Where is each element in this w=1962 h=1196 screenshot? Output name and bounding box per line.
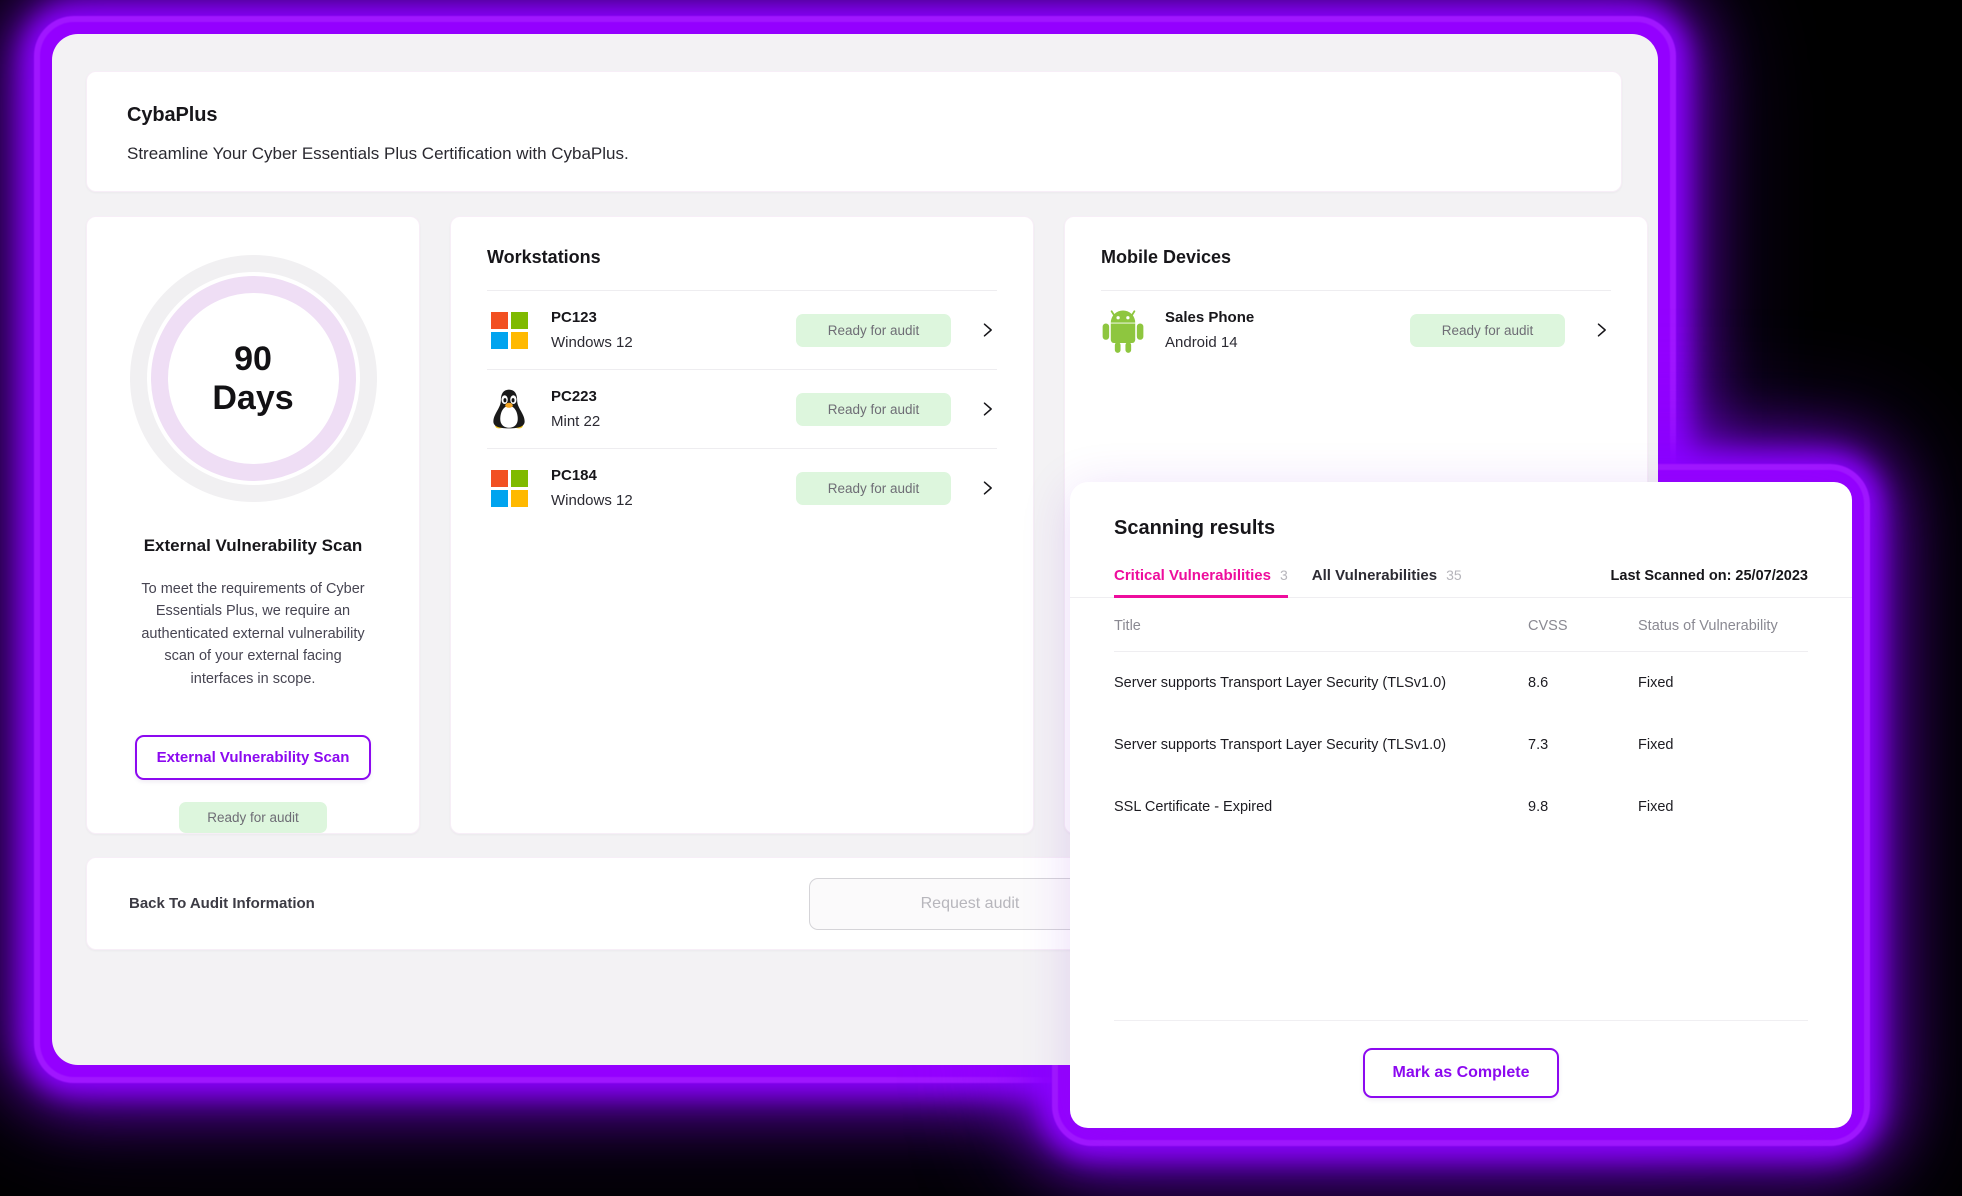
vuln-title: Server supports Transport Layer Security… bbox=[1114, 675, 1447, 691]
days-unit: Days bbox=[212, 378, 294, 417]
status-badge: Ready for audit bbox=[1410, 313, 1565, 347]
column-header-title: Title bbox=[1114, 598, 1528, 652]
device-info: Sales Phone Android 14 bbox=[1165, 309, 1410, 351]
device-name: Sales Phone bbox=[1165, 309, 1255, 326]
device-os: Windows 12 bbox=[551, 334, 633, 351]
tab-label: Critical Vulnerabilities bbox=[1114, 567, 1271, 584]
chevron-right-icon[interactable] bbox=[977, 476, 997, 500]
workstations-title: Workstations bbox=[487, 247, 601, 267]
device-name: PC223 bbox=[551, 388, 597, 405]
chevron-right-icon[interactable] bbox=[977, 318, 997, 342]
table-row[interactable]: Server supports Transport Layer Security… bbox=[1114, 714, 1808, 776]
vulnerabilities-table: Title CVSS Status of Vulnerability Serve… bbox=[1114, 598, 1808, 838]
status-badge: Ready for audit bbox=[796, 313, 951, 347]
device-info: PC223 Mint 22 bbox=[551, 388, 796, 430]
windows-icon bbox=[487, 308, 531, 352]
vuln-title: Server supports Transport Layer Security… bbox=[1114, 737, 1447, 753]
workstations-card: Workstations PC123 Windows 12 Ready for … bbox=[450, 216, 1034, 834]
device-info: PC123 Windows 12 bbox=[551, 309, 796, 351]
status-badge: Ready for audit bbox=[796, 392, 951, 426]
scan-card-description: To meet the requirements of Cyber Essent… bbox=[141, 581, 365, 687]
back-to-audit-information-link[interactable]: Back To Audit Information bbox=[129, 895, 315, 912]
list-item[interactable]: Sales Phone Android 14 Ready for audit bbox=[1101, 290, 1611, 369]
vuln-title: SSL Certificate - Expired bbox=[1114, 799, 1273, 815]
modal-title: Scanning results bbox=[1114, 517, 1276, 539]
modal-footer: Mark as Complete bbox=[1070, 1020, 1852, 1128]
footer-divider bbox=[1114, 1020, 1808, 1021]
external-scan-card: 90 Days External Vulnerability Scan To m… bbox=[86, 216, 420, 834]
tab-count: 3 bbox=[1280, 567, 1288, 583]
table-header-row: Title CVSS Status of Vulnerability bbox=[1114, 598, 1808, 652]
vuln-status: Fixed bbox=[1638, 675, 1674, 691]
page-title: CybaPlus bbox=[127, 104, 218, 126]
vuln-status: Fixed bbox=[1638, 799, 1674, 815]
android-icon bbox=[1101, 308, 1145, 353]
days-donut-chart: 90 Days bbox=[129, 255, 377, 502]
mark-as-complete-button[interactable]: Mark as Complete bbox=[1362, 1048, 1560, 1098]
windows-icon bbox=[487, 466, 531, 510]
scan-card-title: External Vulnerability Scan bbox=[143, 536, 363, 555]
workstations-list: PC123 Windows 12 Ready for audit PC223 M… bbox=[451, 290, 1033, 527]
vuln-cvss: 7.3 bbox=[1528, 737, 1549, 753]
list-item[interactable]: PC184 Windows 12 Ready for audit bbox=[487, 448, 997, 527]
chevron-right-icon[interactable] bbox=[1591, 318, 1611, 342]
scan-status-badge: Ready for audit bbox=[179, 802, 327, 834]
external-vulnerability-scan-button[interactable]: External Vulnerability Scan bbox=[134, 735, 372, 781]
tab-label: All Vulnerabilities bbox=[1311, 567, 1438, 584]
column-header-cvss: CVSS bbox=[1528, 598, 1638, 652]
table-row[interactable]: Server supports Transport Layer Security… bbox=[1114, 652, 1808, 715]
device-info: PC184 Windows 12 bbox=[551, 467, 796, 509]
page-subtitle: Streamline Your Cyber Essentials Plus Ce… bbox=[127, 144, 629, 163]
mobile-devices-title: Mobile Devices bbox=[1101, 247, 1232, 267]
device-name: PC123 bbox=[551, 309, 597, 326]
linux-icon bbox=[487, 387, 531, 431]
list-item[interactable]: PC123 Windows 12 Ready for audit bbox=[487, 290, 997, 369]
chevron-right-icon[interactable] bbox=[977, 397, 997, 421]
device-os: Android 14 bbox=[1165, 334, 1238, 351]
vuln-status: Fixed bbox=[1638, 737, 1674, 753]
device-os: Mint 22 bbox=[551, 413, 601, 430]
table-row[interactable]: SSL Certificate - Expired 9.8 Fixed bbox=[1114, 776, 1808, 838]
mobile-devices-list: Sales Phone Android 14 Ready for audit bbox=[1065, 290, 1647, 369]
scanning-results-modal: Scanning results Critical Vulnerabilitie… bbox=[1070, 482, 1852, 1128]
last-scanned-label: Last Scanned on: 25/07/2023 bbox=[1610, 568, 1808, 584]
device-name: PC184 bbox=[551, 467, 597, 484]
tab-all-vulnerabilities[interactable]: All Vulnerabilities 35 bbox=[1312, 567, 1462, 597]
vuln-cvss: 9.8 bbox=[1528, 799, 1549, 815]
tab-count: 35 bbox=[1446, 567, 1462, 583]
status-badge: Ready for audit bbox=[796, 471, 951, 505]
list-item[interactable]: PC223 Mint 22 Ready for audit bbox=[487, 369, 997, 448]
app-header-card: CybaPlus Streamline Your Cyber Essential… bbox=[86, 71, 1622, 192]
vuln-cvss: 8.6 bbox=[1528, 675, 1549, 691]
days-number: 90 bbox=[234, 340, 272, 379]
donut-center-label: 90 Days bbox=[130, 255, 377, 502]
device-os: Windows 12 bbox=[551, 492, 633, 509]
tab-critical-vulnerabilities[interactable]: Critical Vulnerabilities 3 bbox=[1114, 567, 1288, 598]
column-header-status: Status of Vulnerability bbox=[1638, 598, 1808, 652]
modal-tabs: Critical Vulnerabilities 3 All Vulnerabi… bbox=[1070, 567, 1852, 598]
